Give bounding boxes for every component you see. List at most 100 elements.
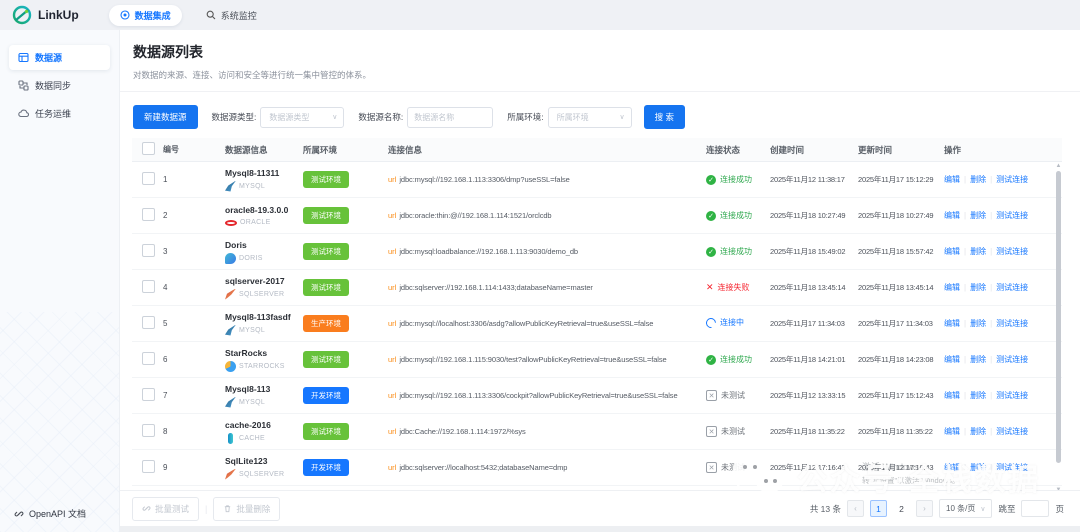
env-badge: 测试环境 <box>303 171 349 188</box>
table-scrollbar[interactable]: ▲ ▼ <box>1055 161 1062 503</box>
row-checkbox[interactable] <box>142 388 155 401</box>
edit-link[interactable]: 编辑 <box>944 283 960 292</box>
row-id: 4 <box>163 283 225 292</box>
connection-status: 连接成功 <box>706 174 752 185</box>
jdbc-url: jdbc:sqlserver://192.168.1.114:1433;data… <box>399 283 592 292</box>
updated-time: 2025年11月18 14:23:08 <box>858 354 944 365</box>
updated-time: 2025年11月17 15:12:29 <box>858 174 944 185</box>
db-type-label: DORIS <box>239 255 263 262</box>
status-icon <box>706 426 717 437</box>
delete-link[interactable]: 删除 <box>970 319 986 328</box>
type-filter-value[interactable] <box>267 112 331 123</box>
row-checkbox[interactable] <box>142 244 155 257</box>
delete-link[interactable]: 删除 <box>970 175 986 184</box>
test-connection-link[interactable]: 测试连接 <box>996 427 1028 436</box>
edit-link[interactable]: 编辑 <box>944 427 960 436</box>
type-filter-select[interactable]: ∨ <box>260 107 344 128</box>
datasource-name: SqlLite123 <box>225 456 297 466</box>
test-connection-link[interactable]: 测试连接 <box>996 319 1028 328</box>
page-size-select[interactable]: 10 条/页 ∨ <box>939 499 992 518</box>
table-row: 8 cache-2016 CACHE 测试环境 urljdbc:Cache://… <box>132 414 1062 450</box>
delete-link[interactable]: 删除 <box>970 355 986 364</box>
row-checkbox[interactable] <box>142 208 155 221</box>
row-checkbox[interactable] <box>142 172 155 185</box>
env-filter-select[interactable]: ∨ <box>548 107 632 128</box>
edit-link[interactable]: 编辑 <box>944 175 960 184</box>
table-row: 1 Mysql8-11311 MYSQL 测试环境 urljdbc:mysql:… <box>132 162 1062 198</box>
data-sync-icon <box>18 80 29 91</box>
sidebar-item-label: 数据源 <box>35 51 62 64</box>
name-filter-input[interactable] <box>407 107 493 128</box>
doris-icon <box>225 253 236 264</box>
row-checkbox[interactable] <box>142 460 155 473</box>
row-checkbox[interactable] <box>142 316 155 329</box>
delete-link[interactable]: 删除 <box>970 247 986 256</box>
test-connection-link[interactable]: 测试连接 <box>996 463 1028 472</box>
tab-data-integration[interactable]: 数据集成 <box>109 5 182 26</box>
tab-label: 数据集成 <box>135 9 171 22</box>
test-connection-link[interactable]: 测试连接 <box>996 247 1028 256</box>
edit-link[interactable]: 编辑 <box>944 319 960 328</box>
total-count: 共 13 条 <box>810 503 841 515</box>
create-datasource-button[interactable]: 新建数据源 <box>133 105 198 129</box>
jump-page-input[interactable] <box>1021 500 1049 517</box>
batch-delete-button[interactable]: 批量删除 <box>213 497 280 521</box>
col-created: 创建时间 <box>770 144 858 156</box>
mysql-icon <box>225 181 236 192</box>
col-url: 连接信息 <box>388 144 706 156</box>
prev-page-button[interactable]: ‹ <box>847 500 864 517</box>
tab-system-monitor[interactable]: 系统监控 <box>206 9 257 22</box>
delete-link[interactable]: 删除 <box>970 283 986 292</box>
divider: | <box>964 283 966 292</box>
scrollbar-thumb[interactable] <box>1056 171 1061 463</box>
row-checkbox[interactable] <box>142 280 155 293</box>
page-2-button[interactable]: 2 <box>893 500 910 517</box>
jdbc-url: jdbc:oracle:thin:@//192.168.1.114:1521/o… <box>399 211 551 220</box>
created-time: 2025年11月12 13:33:15 <box>770 390 858 401</box>
openapi-doc-link[interactable]: OpenAPI 文档 <box>14 507 86 520</box>
select-all-checkbox[interactable] <box>142 142 155 155</box>
divider: | <box>964 247 966 256</box>
status-text: 未测试 <box>721 462 745 473</box>
divider: | <box>964 175 966 184</box>
edit-link[interactable]: 编辑 <box>944 463 960 472</box>
col-status: 连接状态 <box>706 144 770 156</box>
jdbc-url: jdbc:Cache://192.168.1.114:1972/%sys <box>399 427 525 436</box>
row-id: 8 <box>163 427 225 436</box>
divider: | <box>990 211 992 220</box>
test-connection-link[interactable]: 测试连接 <box>996 175 1028 184</box>
test-connection-link[interactable]: 测试连接 <box>996 355 1028 364</box>
sidebar-item-task-ops[interactable]: 任务运维 <box>9 101 110 126</box>
jdbc-url: jdbc:mysql://192.168.1.113:3306/cockpit?… <box>399 391 677 400</box>
horizontal-scrollbar[interactable] <box>120 526 1080 532</box>
test-connection-link[interactable]: 测试连接 <box>996 283 1028 292</box>
next-page-button[interactable]: › <box>916 500 933 517</box>
delete-link[interactable]: 删除 <box>970 427 986 436</box>
divider: | <box>990 427 992 436</box>
search-button[interactable]: 搜 索 <box>644 105 685 129</box>
test-connection-link[interactable]: 测试连接 <box>996 211 1028 220</box>
edit-link[interactable]: 编辑 <box>944 211 960 220</box>
row-checkbox[interactable] <box>142 352 155 365</box>
env-badge: 开发环境 <box>303 459 349 476</box>
status-text: 连接成功 <box>720 210 752 221</box>
sidebar-item-datasource[interactable]: 数据源 <box>9 45 110 70</box>
batch-test-button[interactable]: 批量测试 <box>132 497 199 521</box>
edit-link[interactable]: 编辑 <box>944 355 960 364</box>
row-id: 1 <box>163 175 225 184</box>
delete-link[interactable]: 删除 <box>970 211 986 220</box>
delete-link[interactable]: 删除 <box>970 391 986 400</box>
env-filter-value[interactable] <box>555 112 619 123</box>
sidebar-item-data-sync[interactable]: 数据同步 <box>9 73 110 98</box>
page-1-button[interactable]: 1 <box>870 500 887 517</box>
test-connection-link[interactable]: 测试连接 <box>996 391 1028 400</box>
url-prefix: url <box>388 175 396 184</box>
top-header: LinkUp 数据集成 系统监控 <box>0 0 1080 30</box>
scroll-up-icon[interactable]: ▲ <box>1055 163 1062 169</box>
header-tabs: 数据集成 系统监控 <box>109 5 257 26</box>
row-checkbox[interactable] <box>142 424 155 437</box>
delete-link[interactable]: 删除 <box>970 463 986 472</box>
cache-icon <box>228 433 233 444</box>
edit-link[interactable]: 编辑 <box>944 391 960 400</box>
edit-link[interactable]: 编辑 <box>944 247 960 256</box>
